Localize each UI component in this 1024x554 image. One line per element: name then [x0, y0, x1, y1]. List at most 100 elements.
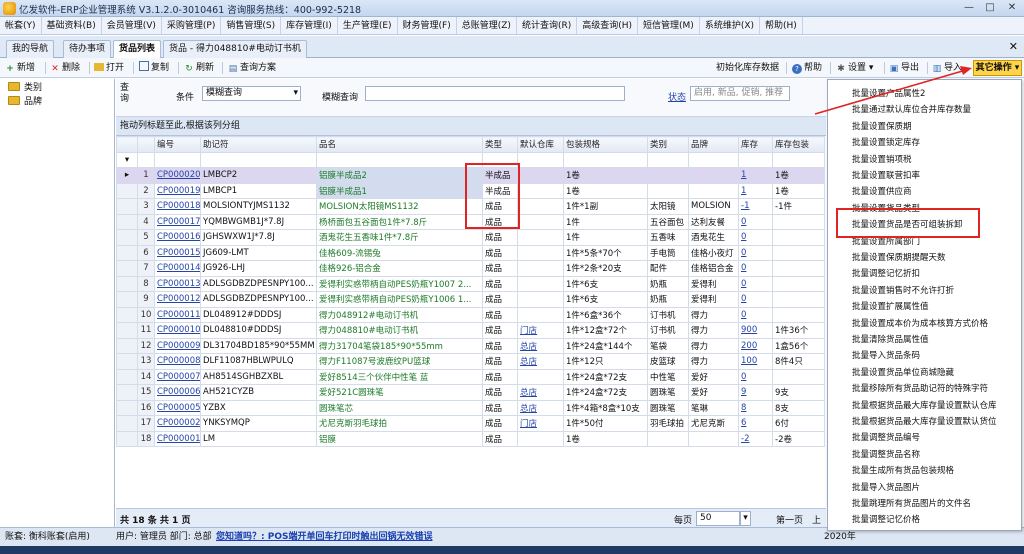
- menu-inventory[interactable]: 库存管理(I): [281, 17, 338, 34]
- cell-code[interactable]: CP000010: [154, 322, 201, 339]
- cell-code[interactable]: CP000015: [154, 244, 201, 261]
- per-page-input[interactable]: 50: [696, 511, 740, 526]
- cell-code[interactable]: CP000011: [154, 306, 201, 323]
- menu-ledger[interactable]: 总账管理(Z): [457, 17, 517, 34]
- col-header-stock-package[interactable]: 库存包装: [772, 136, 825, 153]
- tab-product-list[interactable]: 货品列表: [113, 40, 162, 59]
- menu-item[interactable]: 批量设置货品单位商城隐藏: [852, 366, 954, 380]
- cell-stock[interactable]: 9: [738, 384, 773, 401]
- open-button[interactable]: 打开: [94, 61, 124, 75]
- menu-item[interactable]: 批量设置供应商: [852, 185, 912, 199]
- cell-code[interactable]: CP000002: [154, 415, 201, 432]
- menu-system[interactable]: 系统维护(X): [700, 17, 761, 34]
- status-link[interactable]: 状态: [668, 90, 686, 103]
- menu-sms[interactable]: 短信管理(M): [638, 17, 700, 34]
- row-indicator[interactable]: [116, 260, 138, 277]
- table-row[interactable]: 5 CP000016 JGHSWXW1J*7.8J 酒鬼花生五香味1件*7.8斤 成品 1…: [116, 229, 825, 246]
- row-indicator[interactable]: [116, 415, 138, 432]
- cell-code[interactable]: CP000020: [154, 167, 201, 184]
- maximize-button[interactable]: □: [981, 1, 999, 15]
- table-row[interactable]: 13 CP000008 DLF11087HBLWPULQ 得力F11087号波鹿纹PU…: [116, 353, 825, 370]
- cell-stock[interactable]: -1: [738, 198, 773, 215]
- init-stock-button[interactable]: 初始化库存数据: [716, 61, 779, 75]
- row-indicator[interactable]: [116, 275, 138, 292]
- help-button[interactable]: ? 帮助: [792, 61, 822, 75]
- delete-button[interactable]: ✕ 删除: [50, 61, 80, 75]
- cell-warehouse[interactable]: [517, 306, 564, 323]
- cell-warehouse[interactable]: [517, 213, 564, 230]
- menu-item[interactable]: 批量调整货品编号: [852, 431, 920, 445]
- menu-item[interactable]: 批量生成所有货品包装规格: [852, 464, 954, 478]
- group-by-area[interactable]: 拖动列标题至此,根据该列分组: [116, 117, 826, 136]
- col-header-brand[interactable]: 品牌: [688, 136, 739, 153]
- menu-item[interactable]: 批量设置销售时不允许打折: [852, 284, 954, 298]
- import-button[interactable]: ▥ 导入: [932, 61, 962, 75]
- col-header-warehouse[interactable]: 默认仓库: [517, 136, 564, 153]
- menu-item[interactable]: 批量调整记忆价格: [852, 513, 920, 527]
- cell-warehouse[interactable]: [517, 275, 564, 292]
- cell-warehouse[interactable]: [517, 244, 564, 261]
- menu-item[interactable]: 批量清除货品属性值: [852, 333, 929, 347]
- condition-select[interactable]: 模糊查询 ▾: [202, 86, 301, 101]
- menu-item[interactable]: 批量跳理所有货品图片的文件名: [852, 497, 971, 511]
- row-indicator[interactable]: [116, 291, 138, 308]
- cell-stock[interactable]: 6: [738, 415, 773, 432]
- chevron-down-icon[interactable]: ▾: [740, 511, 751, 526]
- col-header-code[interactable]: 编号: [154, 136, 201, 153]
- menu-item[interactable]: 批量设置销项税: [852, 153, 912, 167]
- tree-node-category[interactable]: 类别: [8, 82, 42, 95]
- menu-item[interactable]: 批量移除所有货品助记符的特殊字符: [852, 382, 988, 396]
- table-row[interactable]: 16 CP000005 YZBX 圆珠笔芯 成品 总店 1件*4箱*8盒*10支 圆珠笔 笔琳 8…: [116, 399, 825, 416]
- first-page-button[interactable]: 第一页: [776, 513, 803, 526]
- cell-stock[interactable]: -2: [738, 430, 773, 447]
- prev-page-button[interactable]: 上: [812, 513, 821, 526]
- menu-help[interactable]: 帮助(H): [760, 17, 803, 34]
- row-indicator[interactable]: [116, 244, 138, 261]
- cell-warehouse[interactable]: [517, 260, 564, 277]
- row-indicator[interactable]: ▸: [116, 167, 138, 184]
- close-tab-icon[interactable]: ✕: [1009, 40, 1018, 53]
- cell-warehouse[interactable]: [517, 368, 564, 385]
- cell-warehouse[interactable]: [517, 198, 564, 215]
- menu-member[interactable]: 会员管理(V): [102, 17, 162, 34]
- cell-warehouse[interactable]: 门店: [517, 415, 564, 432]
- row-indicator[interactable]: [116, 229, 138, 246]
- cell-code[interactable]: CP000001: [154, 430, 201, 447]
- tab-todo[interactable]: 待办事项: [63, 40, 112, 58]
- cell-warehouse[interactable]: [517, 430, 564, 447]
- cell-stock[interactable]: 0: [738, 306, 773, 323]
- cell-code[interactable]: CP000006: [154, 384, 201, 401]
- col-header-name[interactable]: 品名: [316, 136, 483, 153]
- cell-code[interactable]: CP000009: [154, 337, 201, 354]
- new-button[interactable]: + 新增: [5, 61, 35, 75]
- status-filter-input[interactable]: 启用, 新品, 促销, 推荐: [690, 86, 790, 101]
- cell-warehouse[interactable]: 总店: [517, 353, 564, 370]
- menu-account[interactable]: 帐套(Y): [0, 17, 42, 34]
- table-row[interactable]: 6 CP000015 JG609-LMT 佳格609-流锡兔 成品 1件*5条*70个 手电…: [116, 244, 825, 261]
- menu-production[interactable]: 生产管理(E): [338, 17, 398, 34]
- menu-stats[interactable]: 统计查询(R): [517, 17, 578, 34]
- cell-stock[interactable]: 0: [738, 244, 773, 261]
- col-header-stock[interactable]: 库存: [738, 136, 773, 153]
- cell-code[interactable]: CP000016: [154, 229, 201, 246]
- cell-code[interactable]: CP000019: [154, 182, 201, 199]
- row-indicator[interactable]: [116, 353, 138, 370]
- menu-finance[interactable]: 财务管理(F): [398, 17, 457, 34]
- cell-stock[interactable]: 0: [738, 213, 773, 230]
- cell-warehouse[interactable]: 总店: [517, 399, 564, 416]
- table-row[interactable]: 9 CP000012 ADLSGDBZDPESNPY100... 爱得利实惑带柄自动P…: [116, 291, 825, 308]
- row-indicator[interactable]: [116, 213, 138, 230]
- settings-button[interactable]: ✱ 设置 ▾: [836, 61, 873, 75]
- row-indicator[interactable]: [116, 198, 138, 215]
- copy-button[interactable]: 复制: [139, 61, 169, 75]
- fuzzy-query-input[interactable]: [365, 86, 625, 101]
- cell-code[interactable]: CP000018: [154, 198, 201, 215]
- table-row[interactable]: 11 CP000010 DL048810#DDDSJ 得力048810#电动订书机 成品…: [116, 322, 825, 339]
- cell-stock[interactable]: 1: [738, 182, 773, 199]
- cell-warehouse[interactable]: 总店: [517, 384, 564, 401]
- col-header-type[interactable]: 类型: [482, 136, 518, 153]
- col-header-mnemonic[interactable]: 助记符: [200, 136, 317, 153]
- cell-code[interactable]: CP000014: [154, 260, 201, 277]
- cell-stock[interactable]: 100: [738, 353, 773, 370]
- tab-my-nav[interactable]: 我的导航: [6, 40, 55, 58]
